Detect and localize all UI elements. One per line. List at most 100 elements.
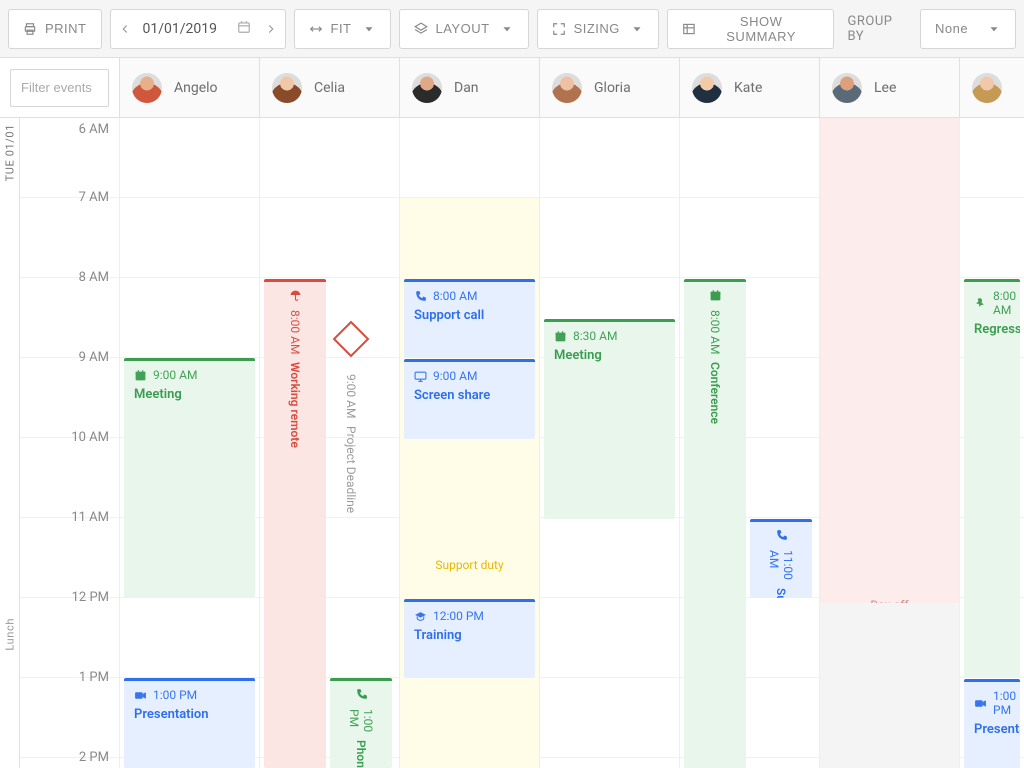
resource-header-cell[interactable]	[960, 58, 1024, 117]
chevron-left-icon	[118, 22, 132, 36]
time-label: 12 PM	[72, 590, 109, 605]
caret-down-icon	[630, 22, 644, 36]
calendar-event[interactable]: 12:00 PM Training	[404, 599, 535, 678]
calendar-icon	[554, 330, 567, 343]
fit-button[interactable]: FIT	[294, 9, 391, 49]
table-icon	[682, 22, 696, 36]
phone-icon	[414, 290, 427, 303]
resource-name: Celia	[314, 80, 345, 96]
background-zone	[820, 603, 959, 768]
avatar	[832, 73, 862, 103]
resource-header-cell[interactable]: Angelo	[120, 58, 260, 117]
print-label: PRINT	[45, 21, 87, 36]
day-rail: TUE 01/01 Lunch	[0, 118, 20, 768]
date-next-button[interactable]	[257, 10, 285, 48]
group-by-label: GROUP BY	[848, 14, 912, 44]
day-label: TUE 01/01	[3, 124, 16, 181]
event-title: Presentation	[134, 706, 249, 724]
video-icon	[134, 689, 147, 702]
filter-events-input[interactable]	[10, 69, 109, 107]
calendar-event[interactable]: 1:00 PMPresentation	[124, 678, 255, 768]
calendar-event[interactable]: 1:00 PMPhone meeting	[330, 678, 392, 768]
milestone-time: 9:00 AM	[344, 374, 358, 418]
calendar-event[interactable]: 9:00 AM Meeting	[124, 358, 255, 598]
time-label: 8 AM	[79, 270, 109, 285]
event-time: 1:00 PM	[974, 689, 1014, 717]
monitor-icon	[414, 370, 427, 383]
resource-header-cell[interactable]: Gloria	[540, 58, 680, 117]
video-icon	[974, 697, 987, 710]
calendar-event[interactable]: 8:30 AMMeeting	[544, 319, 675, 519]
print-button[interactable]: PRINT	[8, 9, 102, 49]
time-label: 10 AM	[71, 430, 109, 445]
date-value: 01/01/2019	[139, 21, 231, 37]
resource-column[interactable]: 8:00 AMWorking remote1:00 PMPhone meetin…	[260, 118, 400, 768]
resource-column[interactable]: Support duty 8:00 AMSupport call9:00 AMSc…	[400, 118, 540, 768]
show-summary-label: SHOW SUMMARY	[704, 14, 819, 44]
caret-down-icon	[500, 22, 514, 36]
calendar-event[interactable]: 9:00 AMScreen share	[404, 359, 535, 439]
event-title: Presentation	[974, 721, 1014, 739]
phone-icon	[355, 688, 368, 701]
avatar	[972, 73, 1002, 103]
calendar-event[interactable]: 8:00 AM Regression	[964, 279, 1020, 678]
avatar	[692, 73, 722, 103]
event-title: Regression	[974, 321, 1014, 339]
milestone-label: 9:00 AMProject Deadline	[344, 374, 358, 514]
time-label: 1 PM	[79, 670, 109, 685]
resource-header-cell[interactable]: Dan	[400, 58, 540, 117]
time-label: 2 PM	[79, 750, 109, 765]
lunch-label: Lunch	[3, 618, 16, 651]
event-time: 9:00 AM	[134, 368, 249, 382]
layout-label: LAYOUT	[436, 21, 490, 36]
milestone-diamond[interactable]	[333, 321, 370, 358]
umbrella-icon	[289, 289, 302, 302]
avatar	[272, 73, 302, 103]
calendar-event[interactable]: 8:00 AMConference	[684, 279, 746, 768]
resource-header-cell[interactable]: Celia	[260, 58, 400, 117]
calendar-icon[interactable]	[231, 20, 257, 38]
group-by-value: None	[935, 21, 968, 36]
calendar-body: TUE 01/01 Lunch 6 AM7 AM8 AM9 AM10 AM11 …	[0, 118, 1024, 768]
resource-column[interactable]: 8:30 AMMeeting	[540, 118, 680, 768]
show-summary-button[interactable]: SHOW SUMMARY	[667, 9, 834, 49]
calendar-event[interactable]: 11:00 AMSupport call	[750, 519, 812, 598]
group-by-select[interactable]: None	[920, 9, 1016, 49]
gradcap-icon	[414, 610, 427, 623]
resource-columns: 9:00 AMMeeting1:00 PMPresentation8:00 AM…	[120, 118, 1024, 768]
resource-header-cell[interactable]: Kate	[680, 58, 820, 117]
resource-header-cell[interactable]: Lee	[820, 58, 960, 117]
event-title: Phone meeting	[353, 740, 369, 768]
calendar-event[interactable]: 8:00 AMSupport call	[404, 279, 535, 358]
date-prev-button[interactable]	[111, 10, 139, 48]
event-time: 12:00 PM	[414, 609, 529, 623]
event-title: Conference	[707, 362, 723, 424]
event-title: Training	[414, 627, 529, 645]
date-picker[interactable]: 01/01/2019	[110, 9, 286, 49]
time-label: 7 AM	[79, 190, 109, 205]
resource-name: Dan	[454, 80, 479, 96]
caret-down-icon	[987, 22, 1001, 36]
time-label: 9 AM	[79, 350, 109, 365]
resource-column[interactable]: 9:00 AM Meeting 1:00 PMPresentation	[120, 118, 260, 768]
event-time: 8:00 AM	[974, 289, 1014, 317]
resource-column[interactable]: 8:00 AM Regression 1:00 PM Presentation	[960, 118, 1024, 768]
print-icon	[23, 22, 37, 36]
calendar-event[interactable]: 1:00 PM Presentation	[964, 679, 1020, 768]
zone-label: Support duty	[400, 558, 539, 572]
calendar-icon	[709, 289, 722, 302]
resource-header: Angelo Celia Dan Gloria KateLee	[0, 58, 1024, 118]
calendar-event[interactable]: 8:00 AMWorking remote	[264, 279, 326, 768]
event-title: Meeting	[134, 386, 249, 404]
sizing-button[interactable]: SIZING	[537, 9, 659, 49]
layout-button[interactable]: LAYOUT	[399, 9, 529, 49]
toolbar: PRINT 01/01/2019 FIT LAYOUT SIZING SHOW …	[0, 0, 1024, 58]
event-title: Screen share	[414, 387, 529, 405]
resource-column[interactable]: Day off	[820, 118, 960, 768]
resource-column[interactable]: 8:00 AMConference11:00 AMSupport call	[680, 118, 820, 768]
resource-name: Gloria	[594, 80, 631, 96]
filter-cell	[0, 58, 120, 117]
event-time: 11:00 AM	[767, 550, 795, 580]
time-column: 6 AM7 AM8 AM9 AM10 AM11 AM12 PM1 PM2 PM	[20, 118, 120, 768]
sizing-icon	[552, 22, 566, 36]
